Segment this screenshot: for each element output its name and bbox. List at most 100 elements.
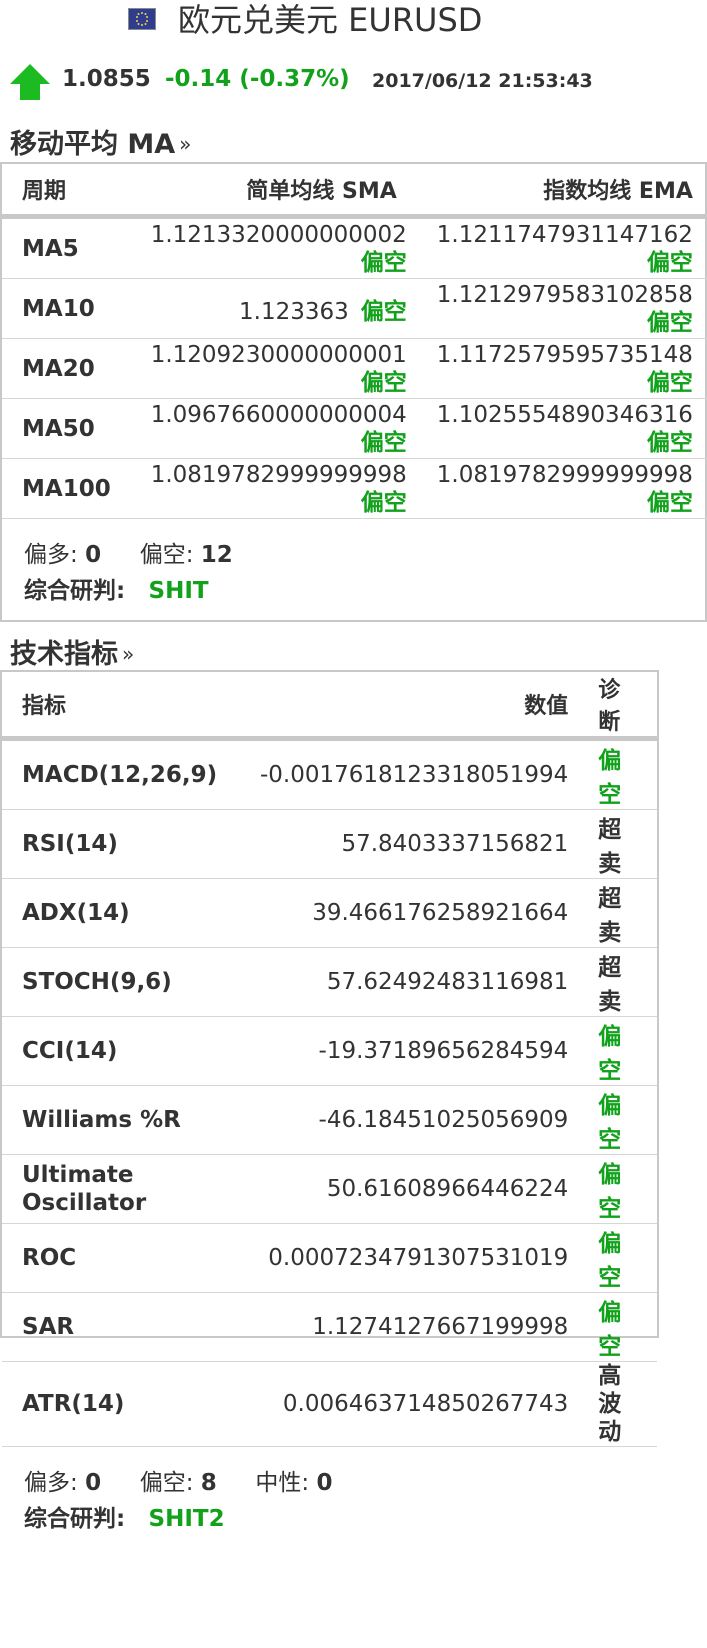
ma-period: MA100 (2, 458, 131, 519)
indicator-summary: 偏多: 0 偏空: 8 中性: 0 综合研判: SHIT2 (2, 1447, 657, 1555)
table-row: CCI(14) -19.37189656284594 偏空 (2, 1016, 657, 1086)
ema-value: 1.1025554890346316 (436, 401, 693, 428)
indicator-value: 50.61608966446224 (239, 1154, 589, 1224)
verdict: SHIT2 (148, 1506, 225, 1532)
ema-signal: 偏空 (646, 249, 693, 276)
sma-cell: 1.1213320000000002 偏空 (130, 216, 417, 279)
sma-signal: 偏空 (360, 489, 407, 516)
ema-signal: 偏空 (646, 369, 693, 396)
sma-value: 1.1209230000000001 (150, 341, 407, 368)
table-row: MA5 1.1213320000000002 偏空 1.1211747931147… (2, 216, 707, 279)
ma-period: MA5 (2, 216, 131, 279)
ema-signal: 偏空 (646, 309, 693, 336)
ma-table-header: 周期 简单均线 SMA 指数均线 EMA (2, 164, 707, 219)
indicator-diagnosis: 偏空 (588, 1223, 657, 1293)
table-row: Ultimate Oscillator 50.61608966446224 偏空 (2, 1154, 657, 1224)
col-sma: 简单均线 SMA (130, 164, 417, 219)
indicator-diagnosis: 超卖 (588, 878, 657, 948)
bull-label: 偏多: (24, 1470, 78, 1496)
indicator-diagnosis: 超卖 (588, 809, 657, 879)
ema-value: 1.1212979583102858 (436, 281, 693, 308)
indicator-value: 57.62492483116981 (239, 947, 589, 1017)
table-row: SAR 1.1274127667199998 偏空 (2, 1292, 657, 1362)
ema-value: 1.0819782999999998 (436, 461, 693, 488)
indicator-value: 1.1274127667199998 (239, 1292, 589, 1362)
indicator-diagnosis: 超卖 (588, 947, 657, 1017)
sma-value: 1.0819782999999998 (150, 461, 407, 488)
page-title: 欧元兑美元 EURUSD (178, 1, 483, 39)
sma-cell: 1.0819782999999998 偏空 (130, 458, 417, 519)
double-chevron-right-icon: » (122, 642, 135, 666)
sma-signal: 偏空 (360, 369, 407, 396)
ema-cell: 1.1025554890346316 偏空 (416, 398, 707, 459)
ema-signal: 偏空 (646, 489, 693, 516)
ma-table: 周期 简单均线 SMA 指数均线 EMA MA5 1.1213320000000… (2, 164, 707, 519)
up-arrow-icon (8, 62, 52, 106)
ma-period: MA20 (2, 338, 131, 399)
sma-value: 1.123363 (239, 298, 349, 325)
indicator-value: -19.37189656284594 (239, 1016, 589, 1086)
indicator-panel: 指标 数值 诊断 MACD(12,26,9) -0.00176181233180… (0, 670, 659, 1532)
indicator-name: ROC (2, 1223, 240, 1293)
price: 1.0855 (62, 66, 151, 92)
indicator-value: 39.466176258921664 (239, 878, 589, 948)
indicator-section-title[interactable]: 技术指标» (10, 632, 134, 671)
indicator-diagnosis: 高波动 (588, 1361, 657, 1447)
title-bar: 欧元兑美元 EURUSD (0, 0, 707, 42)
indicator-section-label: 技术指标 (10, 639, 118, 670)
indicator-value: 0.0007234791307531019 (239, 1223, 589, 1293)
bull-count: 0 (85, 542, 102, 568)
indicator-name: ADX(14) (2, 878, 240, 948)
ma-period: MA50 (2, 398, 131, 459)
ema-cell: 1.1212979583102858 偏空 (416, 278, 707, 339)
indicator-name: ATR(14) (2, 1361, 240, 1447)
verdict-label: 综合研判: (24, 578, 126, 604)
quote-row: 1.0855 -0.14 (-0.37%) 2017/06/12 21:53:4… (0, 60, 707, 104)
table-row: ADX(14) 39.466176258921664 超卖 (2, 878, 657, 948)
indicator-name: Williams %R (2, 1085, 240, 1155)
ema-cell: 1.0819782999999998 偏空 (416, 458, 707, 519)
bull-label: 偏多: (24, 542, 78, 568)
neutral-count: 0 (316, 1470, 333, 1496)
indicator-name: RSI(14) (2, 809, 240, 879)
neutral-label: 中性: (255, 1470, 310, 1496)
indicator-diagnosis: 偏空 (588, 1292, 657, 1362)
indicator-value: -0.0017618123318051994 (239, 738, 589, 810)
col-diagnosis: 诊断 (588, 672, 657, 741)
indicator-name: SAR (2, 1292, 240, 1362)
table-row: ATR(14) 0.006463714850267743 高波动 (2, 1361, 657, 1447)
verdict: SHIT (148, 578, 209, 604)
indicator-table-header: 指标 数值 诊断 (2, 672, 657, 741)
col-ema: 指数均线 EMA (416, 164, 707, 219)
indicator-value: 57.8403337156821 (239, 809, 589, 879)
col-value: 数值 (239, 672, 589, 741)
sma-value: 1.0967660000000004 (150, 401, 407, 428)
ma-summary: 偏多: 0 偏空: 12 综合研判: SHIT (2, 519, 705, 627)
sma-signal: 偏空 (360, 249, 407, 276)
table-row: ROC 0.0007234791307531019 偏空 (2, 1223, 657, 1293)
bull-count: 0 (85, 1470, 102, 1496)
bear-label: 偏空: (139, 542, 194, 568)
indicator-value: -46.18451025056909 (239, 1085, 589, 1155)
table-row: MA20 1.1209230000000001 偏空 1.117257959573… (2, 338, 707, 399)
indicator-diagnosis: 偏空 (588, 738, 657, 810)
bear-count: 8 (200, 1470, 217, 1496)
table-row: MACD(12,26,9) -0.0017618123318051994 偏空 (2, 738, 657, 810)
ema-value: 1.1211747931147162 (436, 221, 693, 248)
verdict-label: 综合研判: (24, 1506, 126, 1532)
indicator-name: CCI(14) (2, 1016, 240, 1086)
col-indicator: 指标 (2, 672, 240, 741)
eu-flag-icon (128, 8, 156, 30)
sma-value: 1.1213320000000002 (150, 221, 407, 248)
table-row: Williams %R -46.18451025056909 偏空 (2, 1085, 657, 1155)
price-change: -0.14 (-0.37%) (165, 66, 350, 92)
indicator-name: MACD(12,26,9) (2, 738, 240, 810)
bear-count: 12 (200, 542, 233, 568)
bear-label: 偏空: (139, 1470, 194, 1496)
ma-section-title[interactable]: 移动平均 MA» (10, 122, 191, 161)
sma-signal: 偏空 (360, 429, 407, 456)
ma-section-label: 移动平均 MA (10, 129, 176, 160)
sma-signal: 偏空 (360, 298, 407, 325)
table-row: MA100 1.0819782999999998 偏空 1.08197829999… (2, 458, 707, 519)
indicator-table: 指标 数值 诊断 MACD(12,26,9) -0.00176181233180… (2, 672, 657, 1447)
